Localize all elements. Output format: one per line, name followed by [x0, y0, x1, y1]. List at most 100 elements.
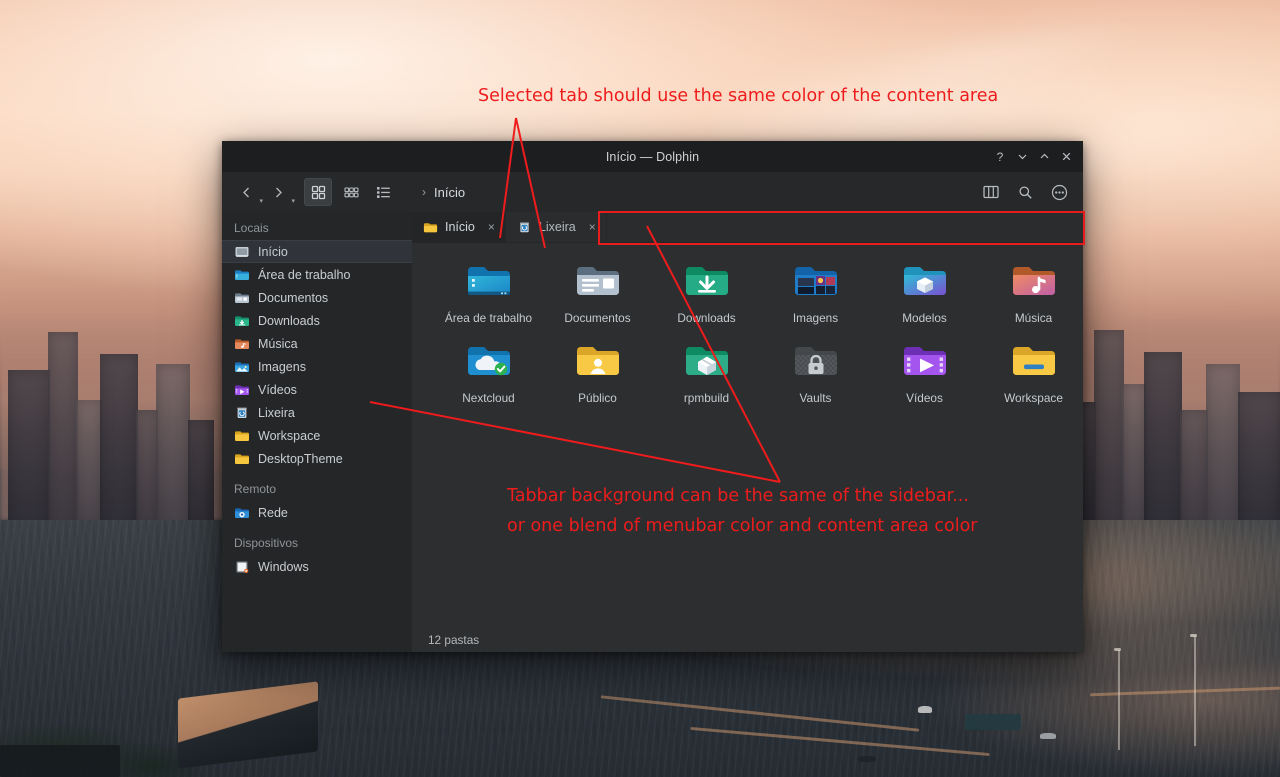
file-item[interactable]: Área de trabalho	[434, 257, 543, 325]
more-options-icon	[1051, 184, 1067, 200]
file-label: Imagens	[792, 311, 839, 325]
maximize-button[interactable]	[1033, 146, 1055, 168]
sidebar-item-imagens[interactable]: Imagens	[222, 355, 412, 378]
windows-drive-icon	[234, 559, 250, 575]
sidebar-item-label: Workspace	[258, 428, 321, 443]
tab-inicio[interactable]: Início ×	[412, 212, 506, 242]
public-folder-icon	[574, 337, 622, 385]
sidebar-item-windows[interactable]: Windows	[222, 555, 412, 578]
sidebar-item-desktoptheme[interactable]: DesktopTheme	[222, 447, 412, 470]
tab-close-icon[interactable]: ×	[488, 221, 495, 233]
file-item[interactable]: Vaults	[761, 337, 870, 405]
search-button[interactable]	[1012, 179, 1038, 205]
tab-lixeira[interactable]: Lixeira ×	[506, 212, 607, 242]
sidebar-item-area-de-trabalho[interactable]: Área de trabalho	[222, 263, 412, 286]
file-label: Público	[578, 391, 617, 405]
back-button[interactable]: ▾	[231, 179, 263, 205]
sidebar-item-label: Downloads	[258, 313, 320, 328]
view-compact-button[interactable]	[338, 179, 364, 205]
file-label: Modelos	[902, 311, 947, 325]
sidebar-item-rede[interactable]: Rede	[222, 501, 412, 524]
help-button[interactable]: ?	[989, 146, 1011, 168]
file-label: Música	[1014, 311, 1053, 325]
window-title: Início — Dolphin	[605, 149, 700, 164]
compact-grid-icon	[343, 186, 359, 197]
downloads-folder-icon	[683, 257, 731, 305]
split-view-icon	[983, 185, 999, 199]
forward-dropdown-icon[interactable]: ▾	[291, 198, 295, 205]
file-item[interactable]: Workspace	[979, 337, 1083, 405]
sidebar-item-musica[interactable]: Música	[222, 332, 412, 355]
music-folder-icon	[234, 336, 250, 352]
file-label: Vaults	[799, 391, 832, 405]
file-label: Workspace	[1004, 391, 1063, 405]
breadcrumb-item-home[interactable]: Início	[434, 185, 465, 200]
grid-icon	[311, 185, 325, 199]
sidebar-item-lixeira[interactable]: Lixeira	[222, 401, 412, 424]
minimize-button[interactable]	[1011, 146, 1033, 168]
file-item[interactable]: Modelos	[870, 257, 979, 325]
search-icon	[1018, 185, 1032, 199]
desktop-folder-icon	[465, 257, 513, 305]
sidebar-item-label: Lixeira	[258, 405, 295, 420]
sidebar-item-label: DesktopTheme	[258, 451, 343, 466]
sidebar-item-label: Windows	[258, 559, 309, 574]
desktop-folder-icon	[234, 267, 250, 283]
file-item[interactable]: Nextcloud	[434, 337, 543, 405]
sidebar-item-label: Área de trabalho	[258, 267, 351, 282]
pictures-folder-icon	[234, 359, 250, 375]
file-item[interactable]: Downloads	[652, 257, 761, 325]
sidebar-group-title-locais: Locais	[234, 221, 269, 235]
view-details-button[interactable]	[370, 179, 396, 205]
forward-button[interactable]: ▾	[263, 179, 295, 205]
menu-button[interactable]	[1046, 179, 1072, 205]
vaults-folder-icon	[792, 337, 840, 385]
sidebar-item-videos[interactable]: Vídeos	[222, 378, 412, 401]
file-label: Documentos	[564, 311, 631, 325]
trash-icon	[234, 405, 250, 421]
documents-folder-icon	[574, 257, 622, 305]
file-item[interactable]: Público	[543, 337, 652, 405]
status-text: 12 pastas	[428, 633, 480, 647]
sidebar-item-workspace[interactable]: Workspace	[222, 424, 412, 447]
videos-folder-icon	[901, 337, 949, 385]
file-label: Área de trabalho	[444, 311, 533, 325]
file-item[interactable]: Imagens	[761, 257, 870, 325]
main-toolbar: ▾ ▾ › Início	[222, 172, 1083, 212]
view-icons-button[interactable]	[304, 178, 332, 206]
sidebar-item-downloads[interactable]: Downloads	[222, 309, 412, 332]
chevron-right-icon: ›	[422, 185, 426, 199]
breadcrumb[interactable]: › Início	[422, 185, 978, 200]
close-button[interactable]	[1055, 146, 1077, 168]
file-item[interactable]: Vídeos	[870, 337, 979, 405]
tab-label: Início	[445, 220, 475, 234]
sidebar-item-inicio[interactable]: Início	[222, 240, 412, 263]
sidebar-item-documentos[interactable]: Documentos	[222, 286, 412, 309]
file-label: Vídeos	[906, 391, 943, 405]
places-sidebar[interactable]: Locais Início Área de trabalho Documento…	[222, 212, 412, 652]
dolphin-window: Início — Dolphin ? ▾ ▾ › Início Locais I…	[222, 141, 1083, 652]
templates-folder-icon	[901, 257, 949, 305]
file-grid: Área de trabalho Documentos Downloads Im…	[412, 243, 1083, 405]
file-item[interactable]: Música	[979, 257, 1083, 325]
sidebar-item-label: Música	[258, 336, 298, 351]
folder-icon	[234, 451, 250, 467]
sidebar-item-label: Vídeos	[258, 382, 297, 397]
sidebar-item-label: Documentos	[258, 290, 329, 305]
window-titlebar[interactable]: Início — Dolphin ?	[222, 141, 1083, 172]
home-folder-icon	[234, 244, 250, 260]
sidebar-item-label: Início	[258, 244, 288, 259]
file-view[interactable]: Área de trabalho Documentos Downloads Im…	[412, 243, 1083, 628]
tab-close-icon[interactable]: ×	[589, 221, 596, 233]
trash-icon	[517, 220, 532, 235]
file-item[interactable]: Documentos	[543, 257, 652, 325]
pictures-folder-icon	[792, 257, 840, 305]
folder-icon	[423, 220, 438, 235]
file-item[interactable]: rpmbuild	[652, 337, 761, 405]
list-icon	[376, 186, 390, 198]
network-icon	[234, 505, 250, 521]
status-bar: 12 pastas	[412, 628, 1083, 652]
file-label: rpmbuild	[683, 391, 730, 405]
split-view-button[interactable]	[978, 179, 1004, 205]
folder-icon	[234, 428, 250, 444]
